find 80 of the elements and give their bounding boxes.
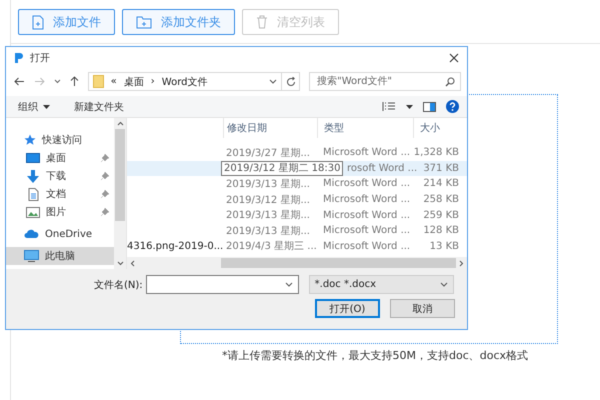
- folder-icon: [92, 75, 104, 88]
- file-type: Microsoft Word ...: [323, 225, 410, 236]
- command-button[interactable]: 新建文件夹: [74, 100, 124, 114]
- tooltip: 2019/3/12 星期二 18:30: [221, 160, 344, 176]
- nav-item[interactable]: 图片: [6, 203, 114, 221]
- folder-add-icon: [136, 16, 152, 28]
- modified-date: 2019/3/13 星期...: [226, 178, 310, 190]
- file-size: 1,328 KB: [414, 147, 459, 158]
- file-type: Microsoft Word ...: [323, 178, 410, 190]
- nav-item[interactable]: 此电脑: [6, 247, 114, 265]
- file-size: 13 KB: [430, 240, 459, 252]
- view-options-icon[interactable]: [382, 101, 396, 112]
- horizontal-scrollbar[interactable]: [127, 257, 467, 269]
- address-segment[interactable]: «: [110, 76, 117, 87]
- address-bar[interactable]: « 桌面 › Word文件: [88, 72, 282, 91]
- nav-item[interactable]: 下载: [6, 167, 114, 185]
- dropdown-caret-icon[interactable]: [284, 282, 293, 287]
- computer-icon: [24, 250, 39, 262]
- cancel-button[interactable]: 取消: [390, 299, 455, 318]
- caret-icon[interactable]: [269, 79, 278, 84]
- filename-field[interactable]: [146, 275, 299, 294]
- nav-item[interactable]: 桌面: [6, 149, 114, 167]
- file-size: 258 KB: [423, 194, 459, 206]
- file-type: rosoft Word ...: [347, 162, 418, 174]
- app-logo-icon: [14, 52, 24, 64]
- nav-item[interactable]: 快速访问: [6, 131, 114, 149]
- file-name: 4316.png-2019-0...: [127, 240, 224, 252]
- picture-icon: [26, 206, 40, 218]
- address-segment[interactable]: ›: [150, 76, 155, 87]
- file-type: Microsoft Word ...: [323, 240, 410, 252]
- file-add-icon: [32, 14, 44, 30]
- file-type: Microsoft Word ...: [323, 210, 410, 221]
- dropdown-caret-icon[interactable]: [440, 282, 448, 287]
- nav-item[interactable]: 文档: [6, 185, 114, 203]
- upload-hint: *请上传需要转换的文件，最大支持50M，支持doc、docx格式: [222, 348, 530, 363]
- cloud-icon: [24, 229, 39, 239]
- search-icon: [445, 76, 455, 86]
- dropdown-caret-icon[interactable]: [406, 104, 413, 108]
- modified-date: 2019/3/27 星期...: [226, 148, 310, 159]
- modified-date: 2019/3/12 星期...: [226, 194, 310, 206]
- open-button[interactable]: 打开(O): [315, 299, 380, 318]
- address-segment[interactable]: 桌面: [124, 74, 144, 88]
- refresh-button[interactable]: [282, 72, 300, 91]
- modified-date: 2019/4/3 星期三 ...: [226, 241, 317, 252]
- command-button[interactable]: 组织: [18, 100, 50, 114]
- file-size: 214 KB: [423, 178, 459, 190]
- recent-caret-icon[interactable]: [54, 79, 61, 84]
- desktop-icon: [26, 152, 40, 164]
- document-icon: [26, 188, 40, 200]
- file-size: 128 KB: [423, 225, 459, 236]
- back-arrow-icon[interactable]: [14, 77, 25, 86]
- file-size: 371 KB: [423, 162, 459, 174]
- file-size: 259 KB: [423, 210, 459, 221]
- trash-icon: [256, 15, 268, 29]
- up-arrow-icon[interactable]: [70, 76, 79, 87]
- column-header[interactable]: 类型: [317, 118, 413, 138]
- filename-label: 文件名(N):: [94, 278, 143, 292]
- scroll-right-icon[interactable]: [459, 260, 464, 266]
- modified-date: 2019/3/13 星期...: [226, 210, 310, 222]
- star-icon: [24, 134, 36, 146]
- file-type: Microsoft Word ...: [323, 147, 410, 158]
- file-type-dropdown[interactable]: *.doc *.docx: [308, 275, 454, 294]
- address-segment[interactable]: Word文件: [162, 74, 208, 88]
- help-icon[interactable]: [446, 100, 459, 113]
- nav-item[interactable]: OneDrive: [6, 225, 114, 243]
- download-arrow-icon: [26, 170, 40, 182]
- preview-pane-icon[interactable]: [423, 102, 436, 112]
- caret-icon: [43, 104, 50, 108]
- dialog-title: 打开: [30, 52, 50, 65]
- column-header[interactable]: 大小: [413, 118, 463, 138]
- column-header[interactable]: 修改日期: [223, 118, 317, 138]
- close-icon[interactable]: [449, 53, 459, 63]
- search-field[interactable]: 搜索"Word文件": [309, 72, 461, 91]
- scroll-up-icon[interactable]: [116, 121, 124, 126]
- modified-date: 2019/3/13 星期...: [226, 226, 310, 237]
- refresh-icon: [286, 76, 296, 86]
- file-type: Microsoft Word ...: [323, 194, 410, 206]
- scroll-left-icon[interactable]: [130, 260, 135, 266]
- scroll-down-icon[interactable]: [116, 261, 124, 266]
- vertical-scrollbar[interactable]: [114, 118, 126, 269]
